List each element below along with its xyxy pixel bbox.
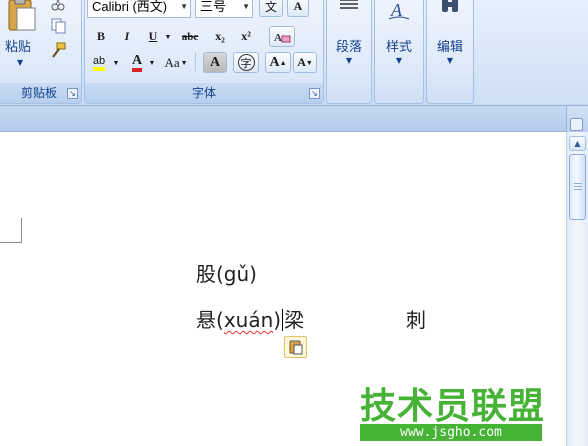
format-painter-icon[interactable] [49,42,67,58]
paste-button-label[interactable]: 粘贴 [5,36,31,55]
watermark-url: www.jsgho.com [360,424,542,441]
paste-icon[interactable] [5,0,39,32]
document-page[interactable]: 股(gǔ) 悬(xuán) 梁 刺 技术员联盟 www.jsgho.com [0,132,566,446]
font-launcher-icon[interactable]: ↘ [309,88,320,99]
chevron-down-icon: ▼ [180,58,188,67]
subscript-button[interactable]: x₂ [209,26,231,47]
ruler-band [0,106,566,132]
scroll-up-arrow-icon[interactable]: ▲ [569,136,586,151]
highlighter-icon: ab [92,55,106,71]
clipboard-launcher-icon[interactable]: ↘ [67,88,78,99]
font-group: Calibri (西文) ▼ 三号 ▼ 文 A B I U ▼ abc x₂ x… [84,0,324,104]
clipboard-paste-icon [289,340,302,355]
grip-line [574,183,582,184]
phonetic-guide-button[interactable]: 文 [259,0,283,17]
styles-icon: A [386,0,412,26]
character-border-icon: A [293,0,303,13]
styles-label: 样式 [385,40,412,55]
font-name-dropdown[interactable]: Calibri (西文) ▼ [87,0,191,18]
chevron-down-icon: ▼ [446,56,454,65]
clear-formatting-button[interactable]: A [269,26,295,47]
change-case-label: Aa [164,54,180,70]
grip-line [574,186,582,187]
document-line-1[interactable]: 股(gǔ) [196,258,257,287]
svg-text:A: A [274,32,282,44]
font-name-value: Calibri (西文) [92,0,168,14]
grip-line [574,189,582,190]
shrink-font-icon: A [297,55,306,69]
cut-icon[interactable] [49,0,67,12]
font-color-dropdown-arrow[interactable]: ▼ [147,52,157,73]
margin-corner-mark [0,242,22,243]
paste-dropdown-arrow[interactable]: ▼ [17,58,23,67]
enclose-characters-icon: 字 [237,54,255,71]
chevron-down-icon: ▼ [180,2,188,11]
scroll-thumb[interactable] [569,154,586,220]
text-highlight-button[interactable]: ab [87,52,111,73]
divider [195,52,196,72]
misspelled-pinyin[interactable]: xuán [224,308,273,332]
font-size-dropdown[interactable]: 三号 ▼ [195,0,253,18]
strikethrough-button[interactable]: abc [177,26,203,47]
paragraph-group[interactable]: 段落 ▼ [326,0,372,104]
ribbon-empty-area [476,0,588,104]
font-color-icon: A [131,53,143,72]
font-size-value: 三号 [200,0,227,14]
character-border-button[interactable]: A [287,0,309,17]
binoculars-icon [438,0,462,20]
chevron-down-icon: ▼ [395,56,403,65]
highlight-dropdown-arrow[interactable]: ▼ [111,52,121,73]
editing-group[interactable]: 编辑 ▼ [426,0,474,104]
paste-options-button[interactable] [284,336,307,358]
arrow-up-icon: ▲ [279,58,287,67]
styles-group[interactable]: A 样式 ▼ [374,0,424,104]
ribbon: 粘贴 ▼ 剪贴板 ↘ Calibri (西文) ▼ 三号 ▼ 文 A B I U… [0,0,588,106]
font-color-button[interactable]: A [127,52,147,73]
clear-formatting-icon: A [274,32,291,44]
italic-button[interactable]: I [117,26,137,47]
line2-suffix: ) [273,308,282,332]
watermark-title: 技术员联盟 [360,386,546,427]
phonetic-guide-icon: 文 [264,0,277,14]
character-shading-button[interactable]: A [203,52,227,73]
vertical-scrollbar[interactable]: ▲ [566,132,588,446]
paragraph-label: 段落 [335,40,362,55]
grow-font-icon: A [269,54,280,70]
change-case-button[interactable]: Aa ▼ [163,52,189,73]
underline-dropdown-arrow[interactable]: ▼ [163,26,173,47]
superscript-button[interactable]: x² [235,26,257,47]
character-shading-icon: A [209,54,221,70]
ruler-toggle-icon[interactable] [570,118,583,131]
line2-after-caret: 梁 [284,308,305,332]
grow-font-button[interactable]: A ▲ [265,52,291,73]
document-word[interactable]: 刺 [406,304,426,333]
clipboard-group: 粘贴 ▼ 剪贴板 ↘ [0,0,82,104]
chevron-down-icon: ▼ [345,56,353,65]
copy-icon[interactable] [49,18,67,34]
arrow-down-icon: ▼ [305,58,313,67]
shrink-font-button[interactable]: A ▼ [293,52,317,73]
text-cursor [282,309,284,331]
line2-prefix: 悬( [196,308,224,332]
bold-button[interactable]: B [91,26,111,47]
editing-label: 编辑 [436,40,463,55]
enclose-characters-button[interactable]: 字 [233,52,259,73]
paragraph-align-icon [337,0,361,20]
underline-button[interactable]: U [143,26,163,47]
document-line-2[interactable]: 悬(xuán) 梁 [196,304,304,333]
font-group-label: 字体 [85,83,323,103]
chevron-down-icon: ▼ [242,2,250,11]
margin-corner-mark [21,218,22,243]
